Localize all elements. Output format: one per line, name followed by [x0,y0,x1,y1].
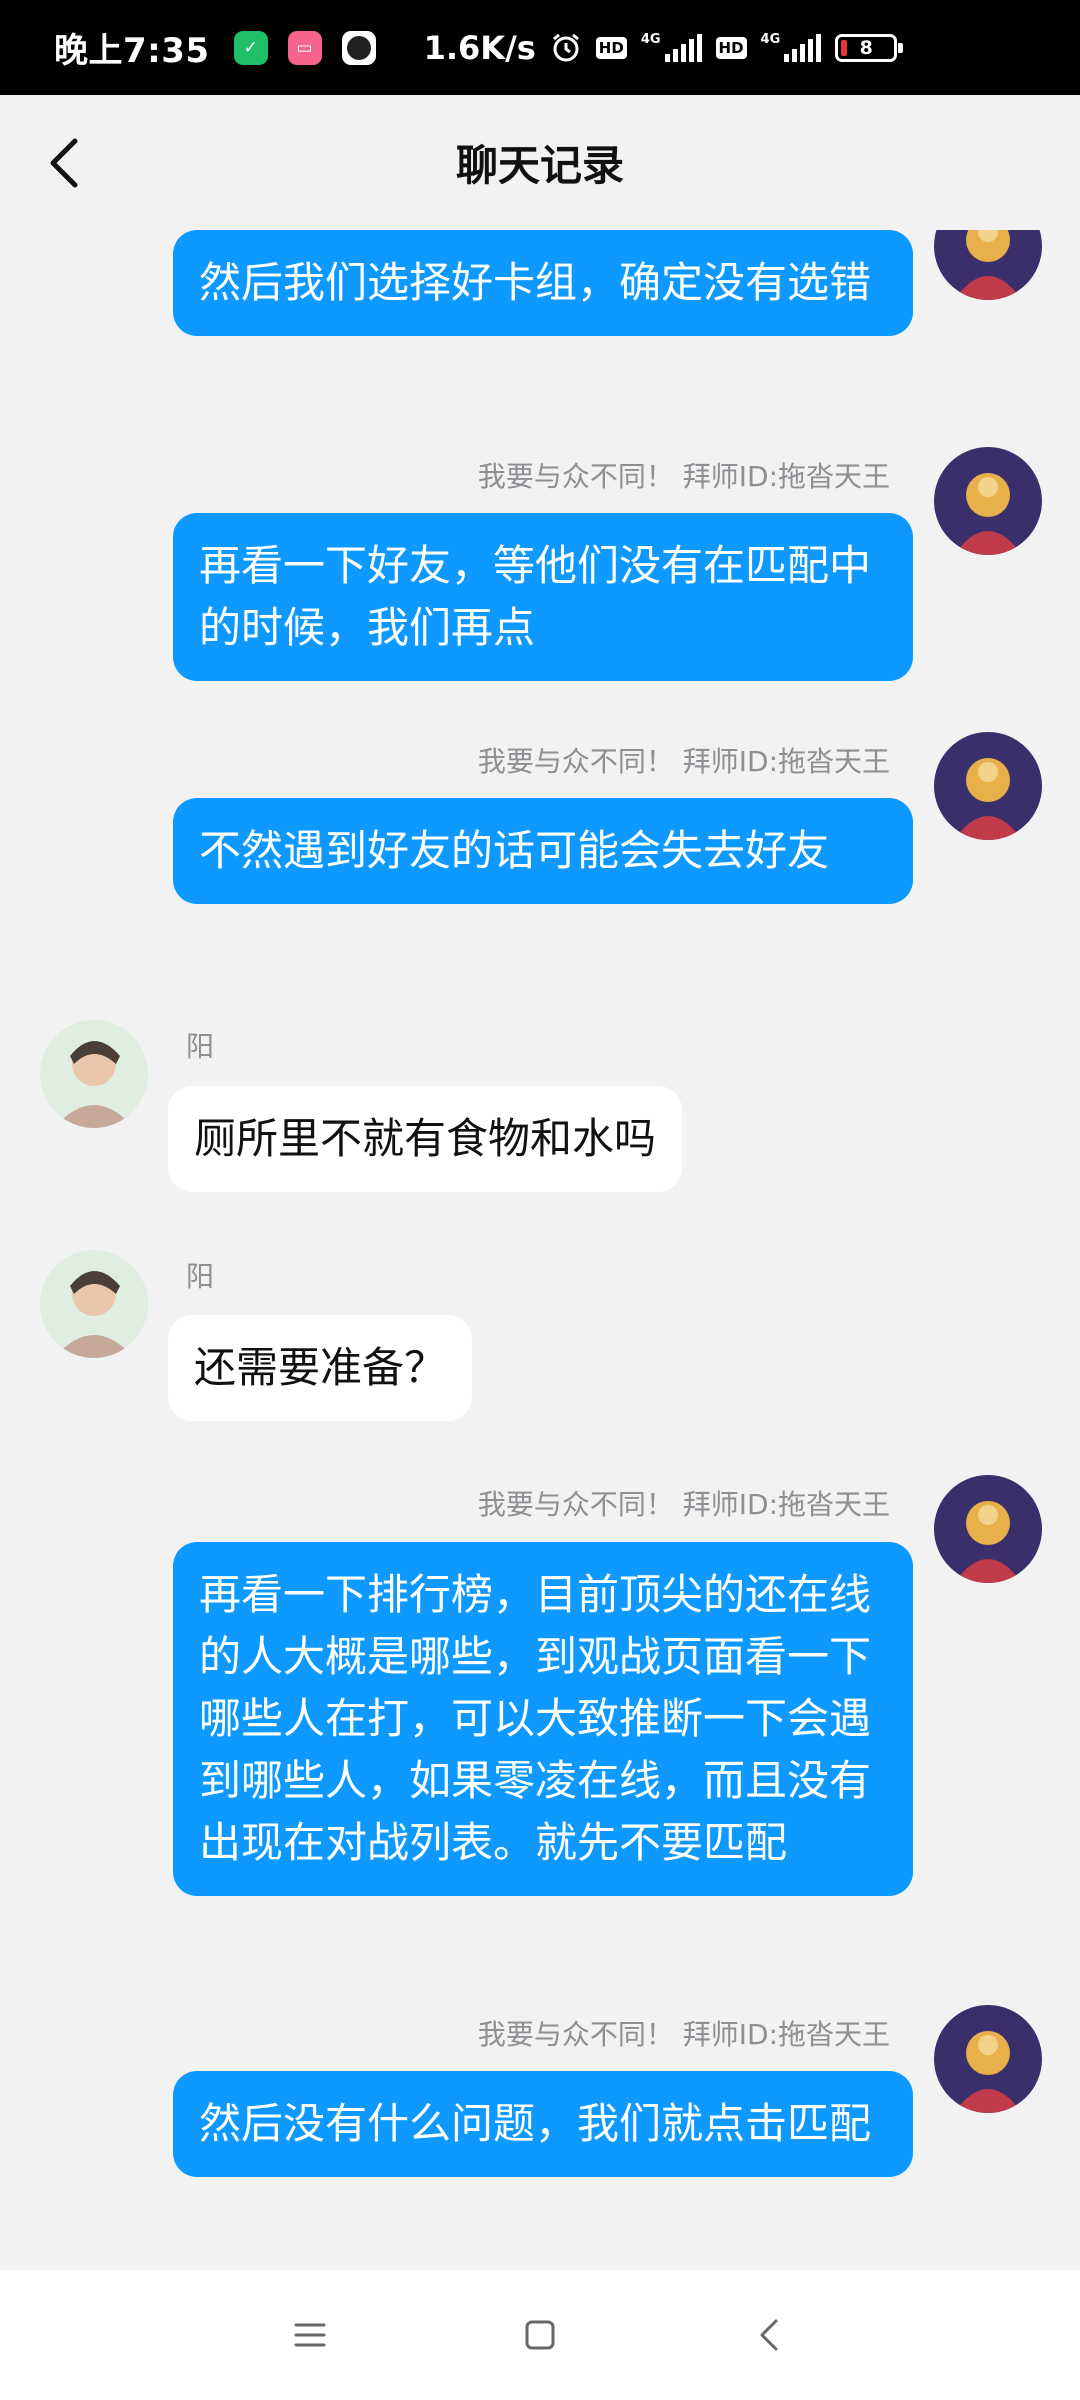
sender-name: 我要与众不同！ 拜师ID:拖沓天王 [477,2018,890,2051]
avatar[interactable] [934,2005,1042,2113]
sender-name: 我要与众不同！ 拜师ID:拖沓天王 [477,745,890,778]
hd-icon-2: HD [715,36,747,59]
avatar[interactable] [40,1250,148,1358]
menu-icon [294,2323,326,2347]
sender-name: 阳 [186,1260,215,1293]
message-bubble[interactable]: 不然遇到好友的话可能会失去好友 [173,798,913,904]
avatar[interactable] [934,732,1042,840]
sender-name: 我要与众不同！ 拜师ID:拖沓天王 [477,1488,890,1521]
page-title: 聊天记录 [455,141,624,190]
message-bubble[interactable]: 再看一下好友，等他们没有在匹配中的时候，我们再点 [173,513,913,681]
avatar[interactable] [934,447,1042,555]
avatar[interactable] [934,230,1042,300]
message-bubble[interactable]: 厕所里不就有食物和水吗 [168,1086,683,1192]
back-button[interactable] [36,133,92,193]
status-bar: 晚上7:35 ✓ ▭ 1.6K/s HD 4G HD 4G 8 [0,0,1080,95]
sender-name: 阳 [186,1030,215,1063]
sender-name: 我要与众不同！ 拜师ID:拖沓天王 [477,460,890,493]
battery-icon: 8 [835,33,904,62]
message-bubble[interactable]: 还需要准备？ [168,1315,473,1421]
shield-app-icon: ✓ [233,30,268,65]
message-bubble[interactable]: 然后没有什么问题，我们就点击匹配 [173,2071,913,2177]
message-bubble[interactable]: 再看一下排行榜，目前顶尖的还在线的人大概是哪些，到观战页面看一下哪些人在打，可以… [173,1542,913,1896]
bilibili-app-icon: ▭ [287,30,322,65]
signal-icon: 4G [641,33,702,62]
system-nav-bar [0,2270,1080,2400]
avatar[interactable] [934,1475,1042,1583]
home-button[interactable] [500,2295,580,2375]
message-bubble[interactable]: 然后我们选择好卡组，确定没有选错 [173,230,913,336]
avatar[interactable] [40,1020,148,1128]
signal-icon-2: 4G [761,33,822,62]
network-speed: 1.6K/s [423,28,536,67]
hd-icon: HD [595,36,627,59]
chevron-left-icon [50,138,78,188]
chevron-left-icon [760,2319,778,2351]
status-time: 晚上7:35 [54,31,210,71]
menu-button[interactable] [270,2295,350,2375]
camera-app-icon [341,30,376,65]
chat-history[interactable]: 然后我们选择好卡组，确定没有选错 我要与众不同！ 拜师ID:拖沓天王 再看一下好… [0,230,1080,2270]
square-home-icon [525,2320,555,2350]
system-back-button[interactable] [730,2295,810,2375]
header: 聊天记录 [0,95,1080,230]
alarm-icon [550,32,582,64]
